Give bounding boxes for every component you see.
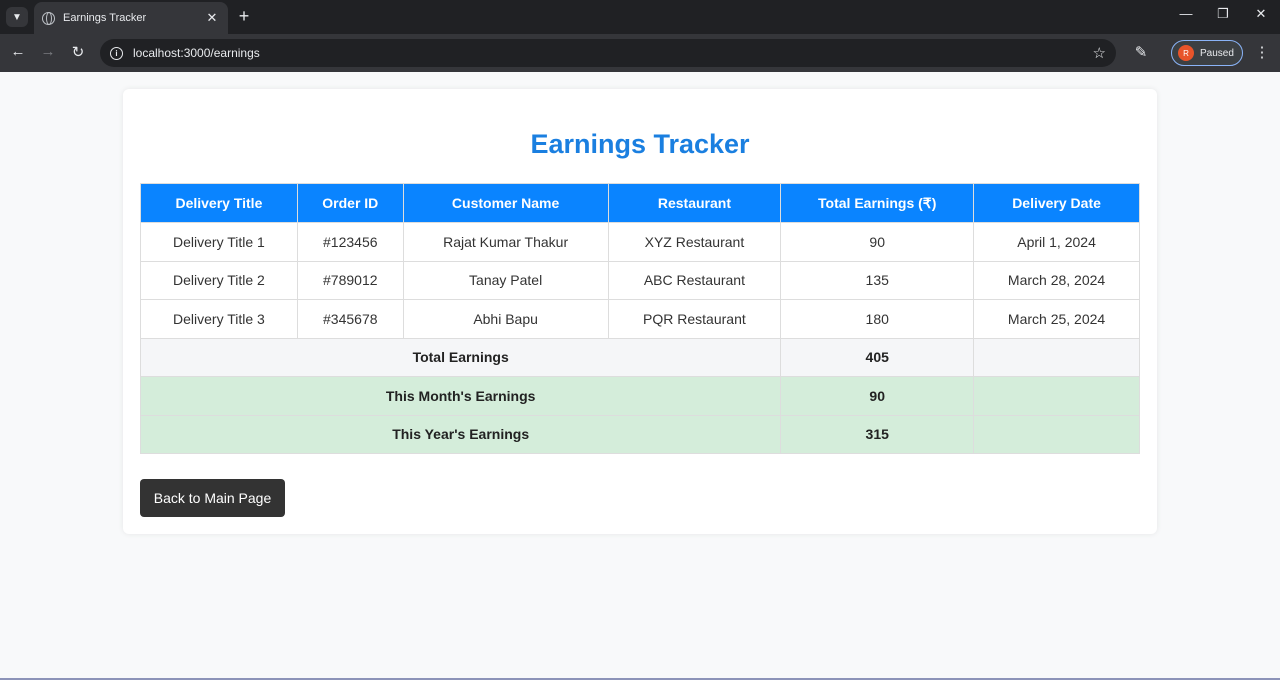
tab-title: Earnings Tracker [63, 12, 147, 24]
earnings-card: Earnings Tracker Delivery Title Order ID… [123, 89, 1157, 534]
new-tab-icon[interactable]: + [234, 6, 254, 27]
total-earnings-row: Total Earnings 405 [139, 337, 1140, 377]
table-row: Delivery Title 3 #345678 Abhi Bapu PQR R… [140, 299, 1140, 339]
forward-arrow-icon[interactable]: → [38, 43, 58, 60]
empty-cell [973, 414, 1140, 454]
month-earnings-label: This Month's Earnings [139, 376, 782, 416]
url-text[interactable]: localhost:3000/earnings [133, 46, 1093, 60]
cell-restaurant: XYZ Restaurant [607, 222, 782, 262]
bookmark-star-icon[interactable]: ☆ [1093, 44, 1106, 62]
browser-tab[interactable]: Earnings Tracker ✕ [34, 2, 228, 34]
col-customer-name: Customer Name [402, 183, 609, 223]
col-delivery-title: Delivery Title [140, 183, 298, 223]
tab-search-dropdown-icon[interactable]: ▼ [6, 7, 28, 27]
cell-customer-name: Abhi Bapu [402, 299, 609, 339]
month-earnings-row: This Month's Earnings 90 [139, 376, 1140, 416]
year-earnings-row: This Year's Earnings 315 [139, 414, 1140, 454]
back-to-main-button[interactable]: Back to Main Page [140, 479, 285, 517]
cell-total-earnings: 135 [780, 260, 975, 300]
cell-total-earnings: 180 [780, 299, 975, 339]
minimize-icon[interactable]: — [1176, 6, 1196, 21]
site-info-icon[interactable]: i [110, 46, 123, 60]
cell-delivery-title: Delivery Title 3 [140, 299, 298, 339]
year-earnings-value: 315 [780, 414, 975, 454]
table-header-row: Delivery Title Order ID Customer Name Re… [140, 183, 1140, 223]
cell-delivery-date: March 28, 2024 [973, 260, 1140, 300]
cell-customer-name: Rajat Kumar Thakur [402, 222, 609, 262]
cell-restaurant: ABC Restaurant [607, 260, 782, 300]
cell-order-id: #789012 [296, 260, 404, 300]
col-order-id: Order ID [296, 183, 404, 223]
col-restaurant: Restaurant [607, 183, 782, 223]
earnings-table: Delivery Title Order ID Customer Name Re… [139, 183, 1140, 454]
back-arrow-icon[interactable]: ← [8, 43, 28, 60]
col-delivery-date: Delivery Date [973, 183, 1140, 223]
address-bar[interactable]: i localhost:3000/earnings ☆ [100, 39, 1116, 67]
cell-delivery-title: Delivery Title 1 [140, 222, 298, 262]
globe-icon [42, 11, 55, 25]
month-earnings-value: 90 [780, 376, 975, 416]
restore-icon[interactable]: ❐ [1213, 6, 1233, 22]
table-row: Delivery Title 2 #789012 Tanay Patel ABC… [140, 260, 1140, 300]
extensions-icon[interactable]: ✎ [1131, 43, 1151, 61]
cell-delivery-date: March 25, 2024 [973, 299, 1140, 339]
table-row: Delivery Title 1 #123456 Rajat Kumar Tha… [140, 222, 1140, 262]
close-tab-icon[interactable]: ✕ [204, 10, 220, 26]
year-earnings-label: This Year's Earnings [139, 414, 782, 454]
empty-cell [973, 337, 1140, 377]
cell-delivery-title: Delivery Title 2 [140, 260, 298, 300]
col-total-earnings: Total Earnings (₹) [780, 183, 975, 223]
profile-status: Paused [1200, 47, 1234, 59]
cell-order-id: #123456 [296, 222, 404, 262]
browser-toolbar: ← → ↻ i localhost:3000/earnings ☆ ✎ R Pa… [0, 34, 1280, 72]
total-earnings-label: Total Earnings [139, 337, 782, 377]
close-window-icon[interactable]: ✕ [1251, 6, 1271, 22]
profile-button[interactable]: R Paused [1171, 40, 1243, 66]
page-title: Earnings Tracker [530, 129, 750, 159]
reload-icon[interactable]: ↻ [68, 43, 88, 61]
cell-order-id: #345678 [296, 299, 404, 339]
empty-cell [973, 376, 1140, 416]
total-earnings-value: 405 [780, 337, 975, 377]
cell-restaurant: PQR Restaurant [607, 299, 782, 339]
cell-customer-name: Tanay Patel [402, 260, 609, 300]
cell-delivery-date: April 1, 2024 [973, 222, 1140, 262]
kebab-menu-icon[interactable]: ⋮ [1252, 43, 1272, 61]
browser-tab-bar: ▼ Earnings Tracker ✕ + — ❐ ✕ [0, 0, 1280, 34]
avatar: R [1178, 45, 1194, 61]
cell-total-earnings: 90 [780, 222, 975, 262]
